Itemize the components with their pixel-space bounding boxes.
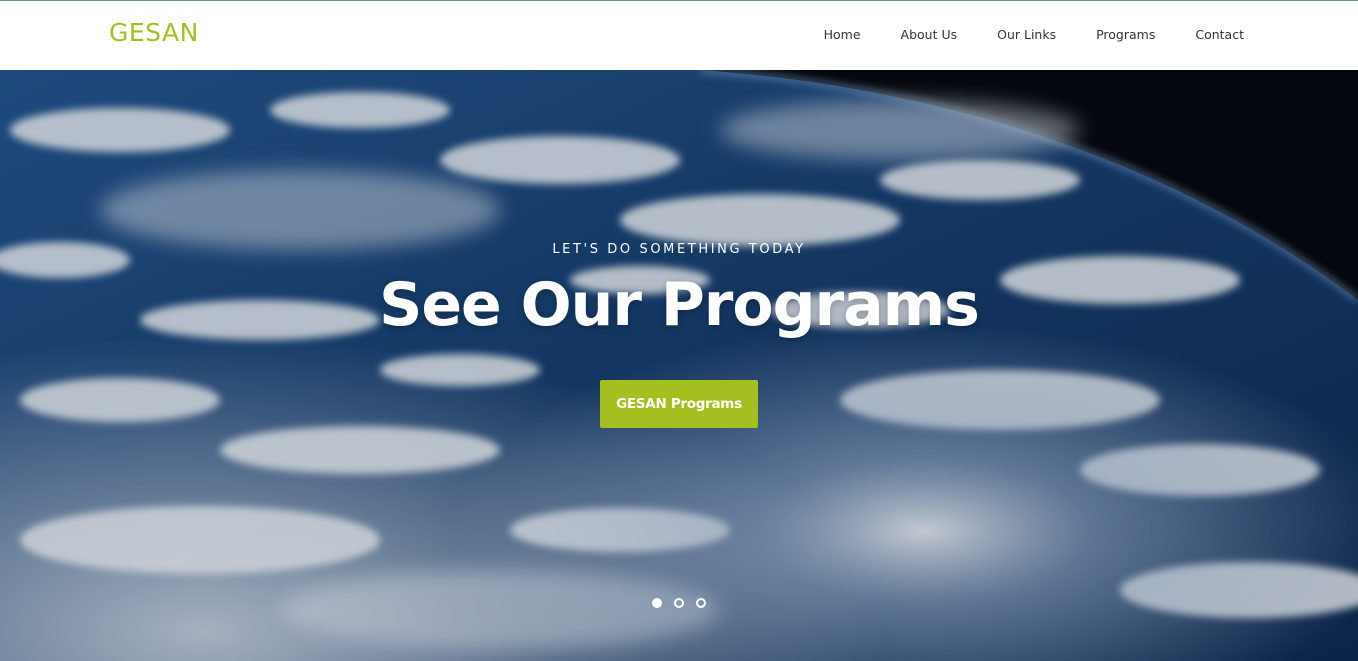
hero-eyebrow: LET'S DO SOMETHING TODAY <box>552 242 806 257</box>
slider-dot-1-icon[interactable] <box>652 598 662 608</box>
site-logo[interactable]: GESAN <box>109 18 199 47</box>
slider-dot-3-icon[interactable] <box>696 598 706 608</box>
page: GESAN Home About Us Our Links Programs C… <box>0 0 1358 661</box>
nav-our-links[interactable]: Our Links <box>997 27 1056 42</box>
nav-home[interactable]: Home <box>824 27 861 42</box>
nav-about-us[interactable]: About Us <box>901 27 958 42</box>
main-nav: Home About Us Our Links Programs Contact <box>784 27 1244 42</box>
site-header: GESAN Home About Us Our Links Programs C… <box>0 0 1358 70</box>
slider-dots <box>652 598 706 608</box>
hero-title: See Our Programs <box>379 270 980 340</box>
slider-dot-2-icon[interactable] <box>674 598 684 608</box>
hero-slider: LET'S DO SOMETHING TODAY See Our Program… <box>0 70 1358 661</box>
nav-contact[interactable]: Contact <box>1195 27 1244 42</box>
earth-background-image <box>0 70 1358 661</box>
nav-programs[interactable]: Programs <box>1096 27 1155 42</box>
gesan-programs-button[interactable]: GESAN Programs <box>600 380 758 428</box>
